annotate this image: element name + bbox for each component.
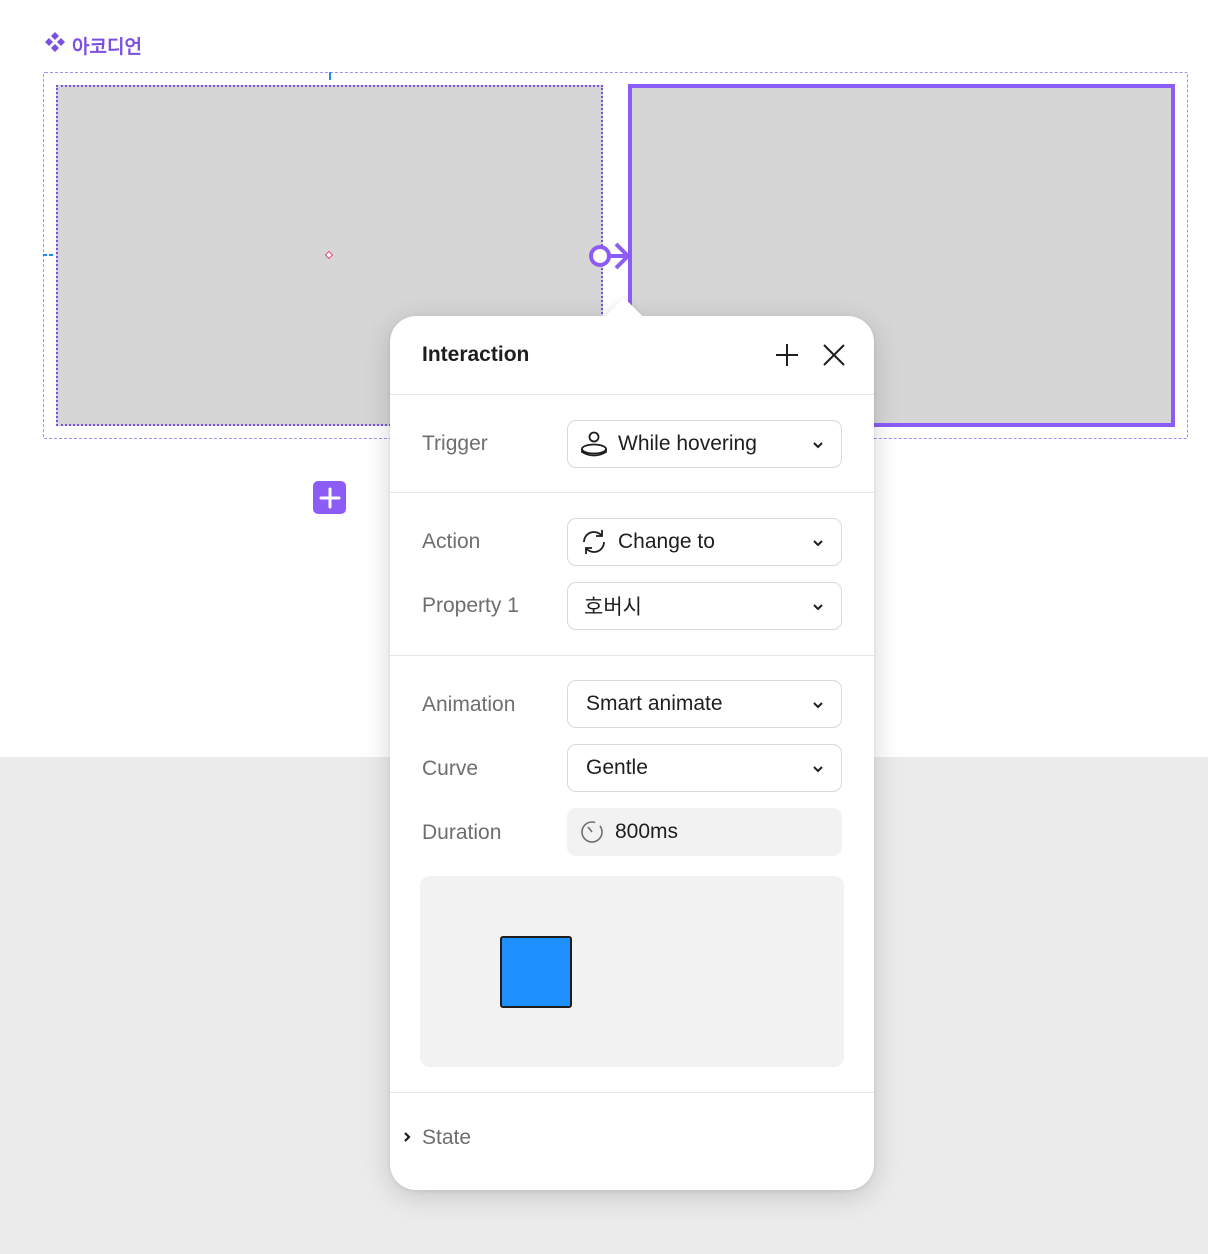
- add-interaction-button[interactable]: [774, 342, 800, 368]
- guide-tick-top: [329, 72, 331, 80]
- hover-icon: [580, 430, 608, 458]
- timer-icon: [579, 819, 605, 845]
- animation-select[interactable]: Smart animate: [567, 680, 842, 728]
- duration-label: Duration: [422, 821, 502, 844]
- property-label: Property 1: [422, 594, 519, 617]
- prototype-connection-icon[interactable]: [588, 240, 634, 277]
- state-disclosure[interactable]: State: [390, 1116, 874, 1160]
- preview-box: [500, 936, 572, 1008]
- duration-value: 800ms: [615, 820, 679, 843]
- change-to-icon: [580, 528, 608, 556]
- animation-preview: [420, 876, 844, 1067]
- animation-section: Animation Smart animate Curve Gentle Dur…: [390, 656, 874, 1093]
- curve-select[interactable]: Gentle: [567, 744, 842, 792]
- trigger-select[interactable]: While hovering: [567, 420, 842, 468]
- action-section: Action Change to Property 1 호버시: [390, 493, 874, 656]
- property-select[interactable]: 호버시: [567, 582, 842, 630]
- trigger-label: Trigger: [422, 432, 488, 455]
- close-icon: [823, 344, 845, 366]
- panel-header: Interaction: [390, 316, 874, 395]
- curve-label: Curve: [422, 757, 479, 780]
- chevron-down-icon: [813, 540, 823, 547]
- trigger-value: While hovering: [618, 432, 757, 455]
- property-value: 호버시: [584, 596, 642, 619]
- animation-label: Animation: [422, 693, 516, 716]
- chevron-down-icon: [813, 766, 823, 773]
- chevron-down-icon: [813, 442, 823, 449]
- close-panel-button[interactable]: [821, 342, 847, 368]
- plus-icon: [776, 344, 798, 366]
- animation-value: Smart animate: [586, 692, 723, 715]
- component-set-label[interactable]: 아코디언: [44, 31, 142, 59]
- curve-value: Gentle: [586, 756, 648, 779]
- chevron-down-icon: [813, 702, 823, 709]
- trigger-section: Trigger While hovering: [390, 395, 874, 493]
- chevron-right-icon: [404, 1132, 411, 1142]
- action-label: Action: [422, 530, 481, 553]
- plus-icon: [319, 487, 340, 508]
- duration-input[interactable]: 800ms: [567, 808, 842, 856]
- component-set-name: 아코디언: [72, 36, 142, 58]
- component-set-icon: [44, 31, 66, 59]
- action-select[interactable]: Change to: [567, 518, 842, 566]
- add-variant-button[interactable]: [313, 481, 346, 514]
- chevron-down-icon: [813, 604, 823, 611]
- interaction-panel: Interaction Trigger While hovering Actio…: [390, 297, 874, 1190]
- action-value: Change to: [618, 530, 715, 553]
- state-label: State: [422, 1126, 472, 1149]
- panel-title: Interaction: [422, 343, 530, 366]
- guide-tick-left: [43, 254, 55, 256]
